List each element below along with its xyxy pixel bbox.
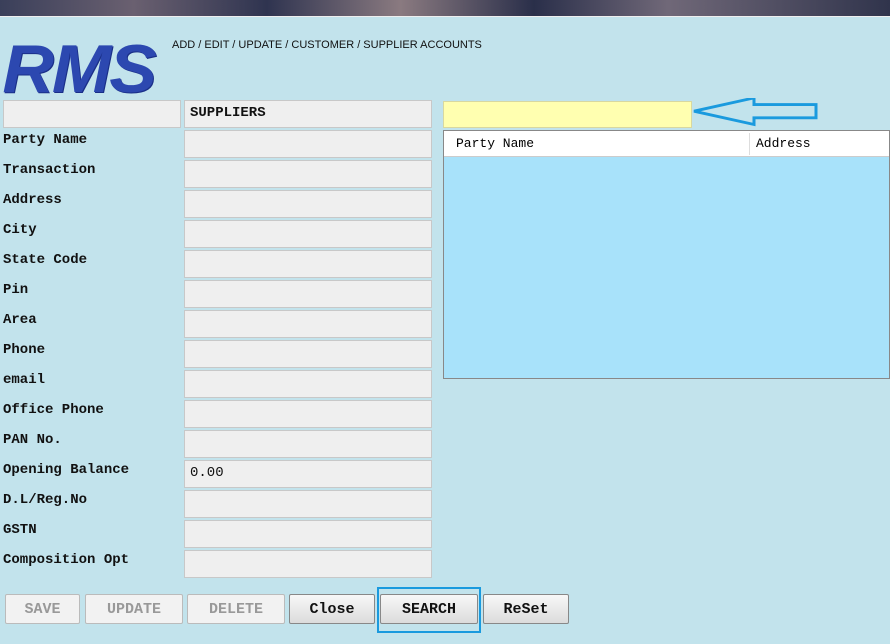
- field-pan-no[interactable]: [184, 430, 432, 458]
- field-composition-opt[interactable]: [184, 550, 432, 578]
- delete-button[interactable]: DELETE: [187, 594, 285, 624]
- field-city[interactable]: [184, 220, 432, 248]
- results-grid[interactable]: Party Name Address: [443, 130, 890, 379]
- field-pin[interactable]: [184, 280, 432, 308]
- reset-button[interactable]: ReSet: [483, 594, 569, 624]
- field-address[interactable]: [184, 190, 432, 218]
- title-bar-background: [0, 0, 890, 17]
- search-input[interactable]: [443, 101, 692, 128]
- label-transaction: Transaction: [3, 162, 96, 178]
- update-button[interactable]: UPDATE: [85, 594, 183, 624]
- field-opening-balance[interactable]: 0.00: [184, 460, 432, 488]
- field-phone[interactable]: [184, 340, 432, 368]
- label-composition-opt: Composition Opt: [3, 552, 130, 568]
- account-type-field[interactable]: SUPPLIERS: [184, 100, 432, 128]
- label-office-phone: Office Phone: [3, 402, 104, 418]
- label-party-name: Party Name: [3, 132, 88, 148]
- label-d-l-reg-no: D.L/Reg.No: [3, 492, 88, 508]
- label-phone: Phone: [3, 342, 46, 358]
- save-button[interactable]: SAVE: [5, 594, 80, 624]
- label-state-code: State Code: [3, 252, 88, 268]
- label-address: Address: [3, 192, 62, 208]
- field-transaction[interactable]: [184, 160, 432, 188]
- column-header-party-name[interactable]: Party Name: [456, 136, 534, 151]
- column-header-address[interactable]: Address: [756, 136, 811, 151]
- type-label-box: [3, 100, 181, 128]
- label-email: email: [3, 372, 46, 388]
- label-pan-no: PAN No.: [3, 432, 62, 448]
- page-title: ADD / EDIT / UPDATE / CUSTOMER / SUPPLIE…: [172, 39, 482, 51]
- label-area: Area: [3, 312, 37, 328]
- label-city: City: [3, 222, 37, 238]
- label-gstn: GSTN: [3, 522, 37, 538]
- grid-header: Party Name Address: [444, 131, 889, 157]
- field-d-l-reg-no[interactable]: [184, 490, 432, 518]
- field-area[interactable]: [184, 310, 432, 338]
- field-office-phone[interactable]: [184, 400, 432, 428]
- search-button[interactable]: SEARCH: [380, 594, 478, 624]
- rms-logo: RMS: [2, 31, 156, 107]
- field-state-code[interactable]: [184, 250, 432, 278]
- label-opening-balance: Opening Balance: [3, 462, 130, 478]
- field-party-name[interactable]: [184, 130, 432, 158]
- close-button[interactable]: Close: [289, 594, 375, 624]
- arrow-left-icon: [693, 98, 818, 127]
- field-email[interactable]: [184, 370, 432, 398]
- field-gstn[interactable]: [184, 520, 432, 548]
- label-pin: Pin: [3, 282, 29, 298]
